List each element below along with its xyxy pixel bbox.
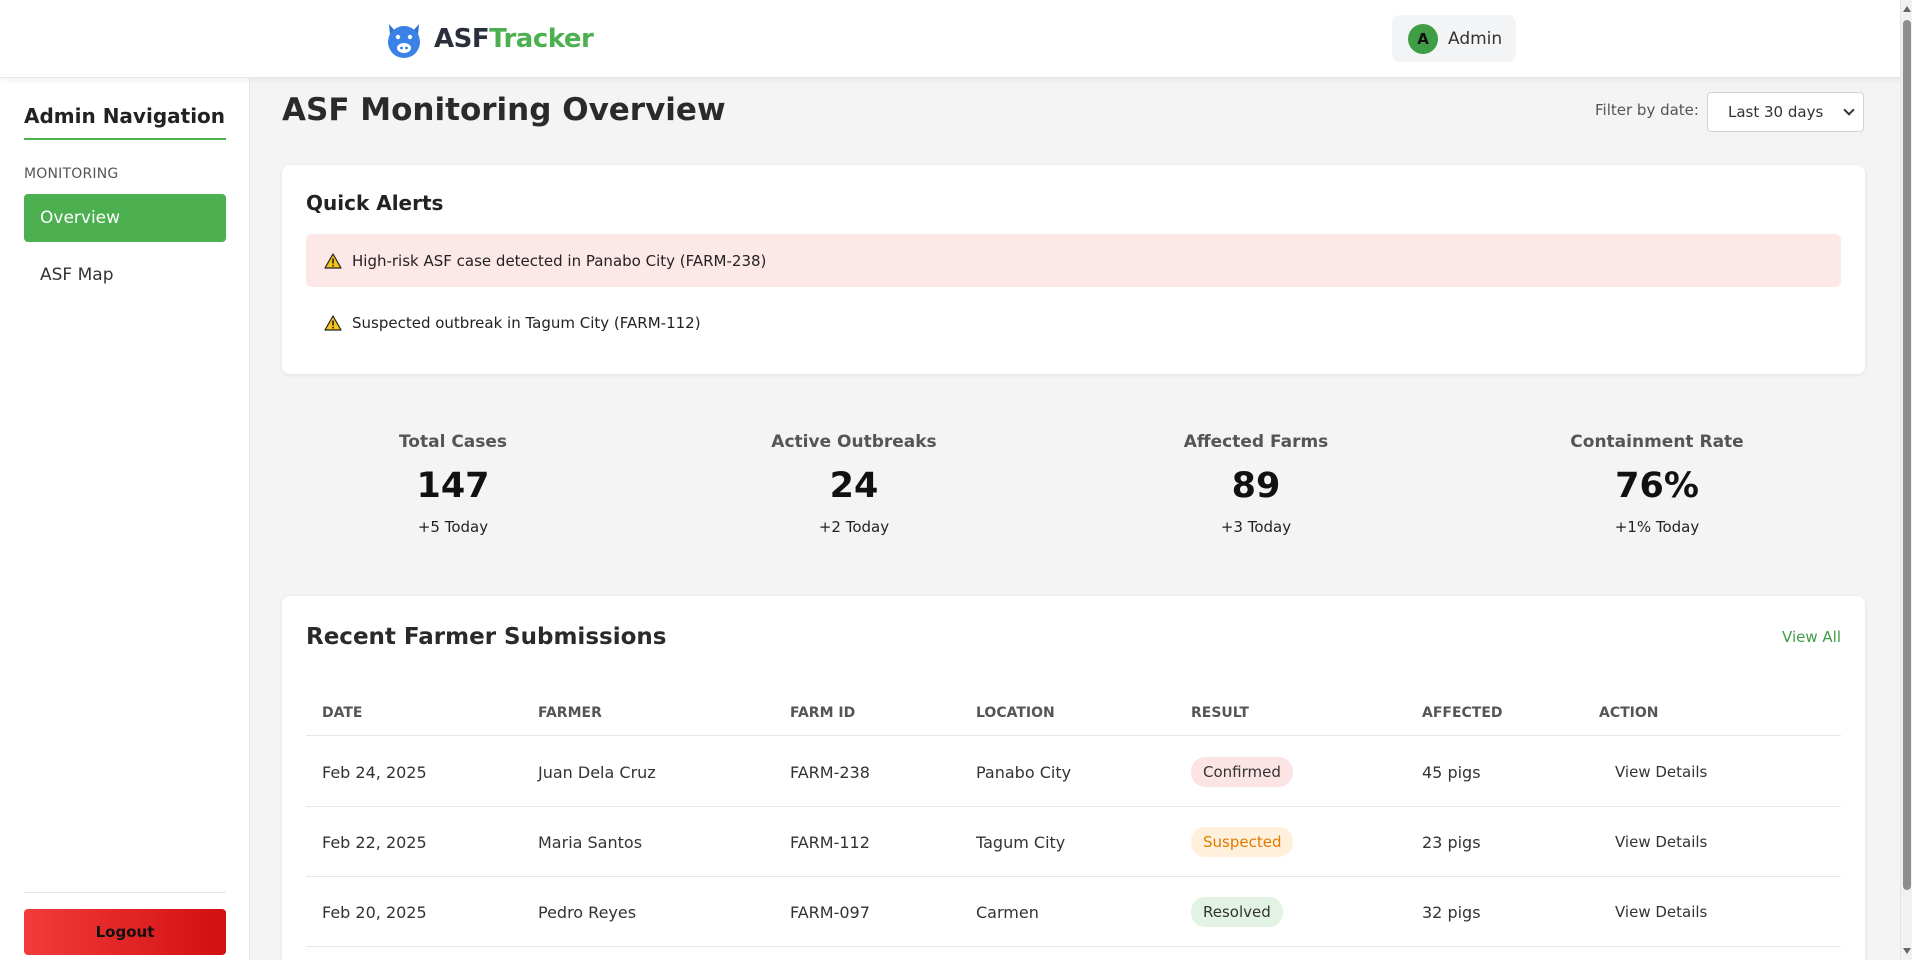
alert-text: High-risk ASF case detected in Panabo Ci… xyxy=(352,251,767,270)
cell-date: Feb 22, 2025 xyxy=(322,832,427,852)
stat-label: Containment Rate xyxy=(1570,432,1744,452)
user-name: Admin xyxy=(1448,28,1503,49)
stat-value: 76% xyxy=(1615,466,1699,506)
stat-value: 24 xyxy=(829,466,879,506)
cell-action: View Details xyxy=(1599,737,1723,807)
stat-label: Active Outbreaks xyxy=(771,432,937,452)
alert-text: Suspected outbreak in Tagum City (FARM-1… xyxy=(352,313,701,332)
cell-affected: 32 pigs xyxy=(1422,902,1481,922)
column-header-action: ACTION xyxy=(1599,705,1659,721)
cell-farmer: Pedro Reyes xyxy=(538,902,637,922)
user-menu[interactable]: A Admin xyxy=(1392,15,1516,62)
avatar: A xyxy=(1408,23,1438,54)
stat-label: Affected Farms xyxy=(1183,432,1329,452)
page-title: ASF Monitoring Overview xyxy=(282,92,726,128)
cell-date: Feb 20, 2025 xyxy=(322,902,427,922)
alert-item[interactable]: High-risk ASF case detected in Panabo Ci… xyxy=(306,234,1841,287)
cell-location: Tagum City xyxy=(976,832,1066,852)
stats-row: Total Cases 147 +5 Today Active Outbreak… xyxy=(282,420,1865,550)
logout-button[interactable]: Logout xyxy=(24,909,226,955)
submissions-title: Recent Farmer Submissions xyxy=(306,624,667,650)
pig-icon xyxy=(388,24,420,58)
sidebar: Admin Navigation MONITORING Overview ASF… xyxy=(0,78,250,960)
top-header: ASFTracker A Admin xyxy=(0,0,1900,78)
scroll-thumb[interactable] xyxy=(1903,20,1911,890)
table-row: Feb 22, 2025 Maria Santos FARM-112 Tagum… xyxy=(306,807,1841,877)
cell-farm-id: FARM-097 xyxy=(790,902,870,922)
status-badge: Suspected xyxy=(1191,827,1294,857)
cell-farmer: Juan Dela Cruz xyxy=(538,762,656,782)
stat-delta: +3 Today xyxy=(1220,518,1292,536)
recent-submissions-card: Recent Farmer Submissions View All DATE … xyxy=(282,596,1865,960)
status-badge: Resolved xyxy=(1191,897,1283,927)
view-all-link[interactable]: View All xyxy=(1782,628,1841,646)
stat-total-cases: Total Cases 147 +5 Today xyxy=(303,420,603,536)
scroll-down-arrow-icon[interactable] xyxy=(1903,948,1911,954)
column-header-farm-id[interactable]: FARM ID xyxy=(790,690,855,736)
stat-affected-farms: Affected Farms 89 +3 Today xyxy=(1106,420,1406,536)
page-scrollbar[interactable] xyxy=(1900,0,1912,960)
cell-farm-id: FARM-238 xyxy=(790,762,870,782)
cell-affected: 45 pigs xyxy=(1422,762,1481,782)
view-details-button[interactable]: View Details xyxy=(1599,757,1723,787)
cell-location: Panabo City xyxy=(976,762,1072,782)
column-header-affected[interactable]: AFFECTED xyxy=(1422,690,1503,736)
filter-label: Filter by date: xyxy=(1595,101,1699,119)
warning-icon xyxy=(324,314,342,331)
view-details-button[interactable]: View Details xyxy=(1599,827,1723,857)
brand-logo[interactable]: ASFTracker xyxy=(384,18,594,60)
quick-alerts-title: Quick Alerts xyxy=(306,191,444,215)
chevron-down-icon xyxy=(1843,104,1855,116)
stat-containment-rate: Containment Rate 76% +1% Today xyxy=(1507,420,1807,536)
stat-delta: +2 Today xyxy=(818,518,890,536)
date-filter-value: Last 30 days xyxy=(1728,103,1824,121)
cell-result: Confirmed xyxy=(1191,737,1293,807)
date-filter-select[interactable]: Last 30 days xyxy=(1707,92,1864,132)
table-header: DATE FARMER FARM ID LOCATION RESULT AFFE… xyxy=(306,690,1841,736)
view-details-button[interactable]: View Details xyxy=(1599,897,1723,927)
cell-result: Resolved xyxy=(1191,877,1283,947)
stat-delta: +1% Today xyxy=(1614,518,1700,536)
table-row: Feb 20, 2025 Pedro Reyes FARM-097 Carmen… xyxy=(306,877,1841,947)
scroll-up-arrow-icon[interactable] xyxy=(1903,6,1911,12)
column-header-result[interactable]: RESULT xyxy=(1191,690,1249,736)
stat-value: 147 xyxy=(416,466,490,506)
cell-action: View Details xyxy=(1599,877,1723,947)
warning-icon xyxy=(324,252,342,269)
stat-label: Total Cases xyxy=(398,432,508,452)
cell-farm-id: FARM-112 xyxy=(790,832,870,852)
sidebar-item-asf-map[interactable]: ASF Map xyxy=(24,251,226,299)
cell-affected: 23 pigs xyxy=(1422,832,1481,852)
cell-farmer: Maria Santos xyxy=(538,832,643,852)
stat-delta: +5 Today xyxy=(417,518,489,536)
cell-result: Suspected xyxy=(1191,807,1294,877)
cell-date: Feb 24, 2025 xyxy=(322,762,427,782)
brand-name: ASFTracker xyxy=(434,24,594,54)
sidebar-section-label: MONITORING xyxy=(24,166,119,182)
stat-value: 89 xyxy=(1231,466,1281,506)
column-header-date[interactable]: DATE xyxy=(322,690,362,736)
stat-active-outbreaks: Active Outbreaks 24 +2 Today xyxy=(704,420,1004,536)
column-header-farmer[interactable]: FARMER xyxy=(538,690,602,736)
sidebar-divider xyxy=(24,892,226,893)
quick-alerts-card: Quick Alerts High-risk ASF case detected… xyxy=(282,165,1865,374)
status-badge: Confirmed xyxy=(1191,757,1293,787)
cell-action: View Details xyxy=(1599,807,1723,877)
sidebar-title: Admin Navigation xyxy=(24,104,226,140)
cell-location: Carmen xyxy=(976,902,1039,922)
column-header-location[interactable]: LOCATION xyxy=(976,690,1055,736)
sidebar-item-overview[interactable]: Overview xyxy=(24,194,226,242)
alert-item[interactable]: Suspected outbreak in Tagum City (FARM-1… xyxy=(306,296,1841,349)
table-row: Feb 24, 2025 Juan Dela Cruz FARM-238 Pan… xyxy=(306,737,1841,807)
